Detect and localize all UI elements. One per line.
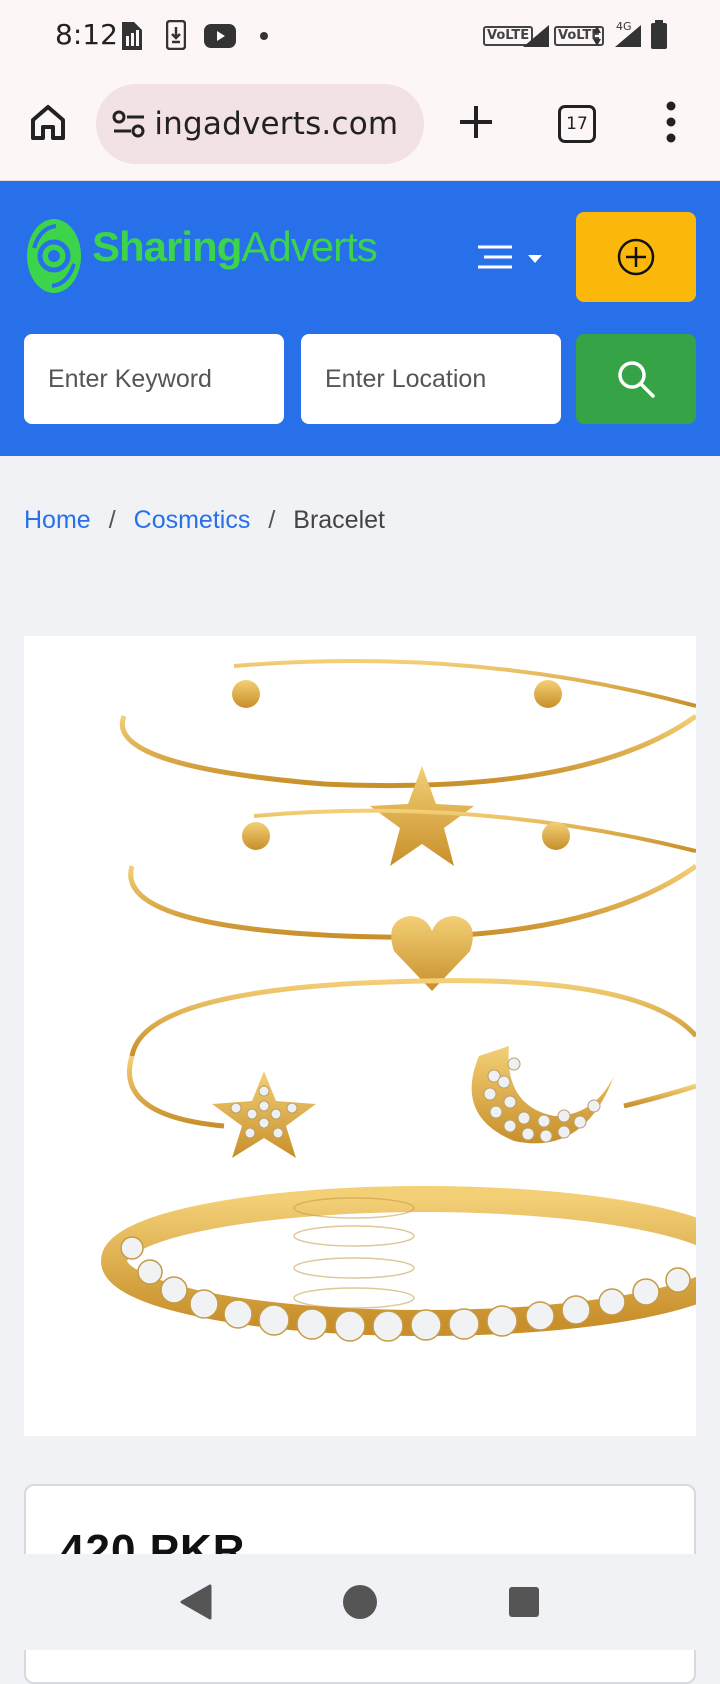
system-navigation-bar <box>0 1554 720 1650</box>
logo-text-sharing: Sharing <box>92 223 242 270</box>
back-icon[interactable] <box>178 1584 212 1620</box>
search-icon <box>618 361 655 398</box>
breadcrumb-home[interactable]: Home <box>24 506 91 535</box>
logo-text-adverts: Adverts <box>241 223 377 270</box>
notification-dot <box>260 32 268 40</box>
menu-toggle-button[interactable] <box>476 241 546 277</box>
home-nav-icon[interactable] <box>342 1584 378 1620</box>
battery-icon <box>651 20 667 49</box>
breadcrumb-current: Bracelet <box>293 506 385 534</box>
data-arrows-icon <box>593 26 601 46</box>
plus-circle-icon <box>617 238 655 276</box>
recents-icon[interactable] <box>508 1586 540 1618</box>
site-settings-icon[interactable] <box>112 108 146 140</box>
menu-icon <box>478 245 542 269</box>
logo-text[interactable]: SharingAdverts <box>92 223 378 271</box>
product-image[interactable] <box>24 636 696 1436</box>
signal-icon-1 <box>523 25 549 47</box>
more-menu-icon[interactable] <box>664 100 678 144</box>
bracelet-illustration <box>101 659 696 1342</box>
signal-icon-2 <box>615 25 641 47</box>
home-icon[interactable] <box>28 102 68 142</box>
breadcrumb-separator: / <box>108 506 116 534</box>
url-viewport: sharingadverts.com <box>156 84 424 164</box>
location-input[interactable]: Enter Location <box>301 334 561 424</box>
breadcrumb-cosmetics[interactable]: Cosmetics <box>134 506 251 535</box>
post-ad-button[interactable] <box>576 212 696 302</box>
youtube-icon <box>204 24 236 48</box>
site-header: SharingAdverts Enter Keyword Enter Locat… <box>0 181 720 456</box>
breadcrumb: Home / Cosmetics / Bracelet <box>24 506 385 535</box>
status-bar: 8:12 VoLTE VoLTE 4G <box>0 0 720 72</box>
logo-icon[interactable] <box>26 218 82 294</box>
browser-toolbar: sharingadverts.com 17 <box>0 72 720 181</box>
status-time: 8:12 <box>55 18 118 51</box>
keyword-input[interactable]: Enter Keyword <box>24 334 284 424</box>
search-button[interactable] <box>576 334 696 424</box>
address-bar[interactable]: sharingadverts.com <box>96 84 424 164</box>
tab-switcher-button[interactable]: 17 <box>558 105 596 143</box>
download-icon <box>166 20 186 50</box>
sim-card-icon <box>122 22 142 50</box>
url-text: sharingadverts.com <box>156 106 399 142</box>
new-tab-icon[interactable] <box>456 102 496 142</box>
breadcrumb-separator: / <box>268 506 276 534</box>
